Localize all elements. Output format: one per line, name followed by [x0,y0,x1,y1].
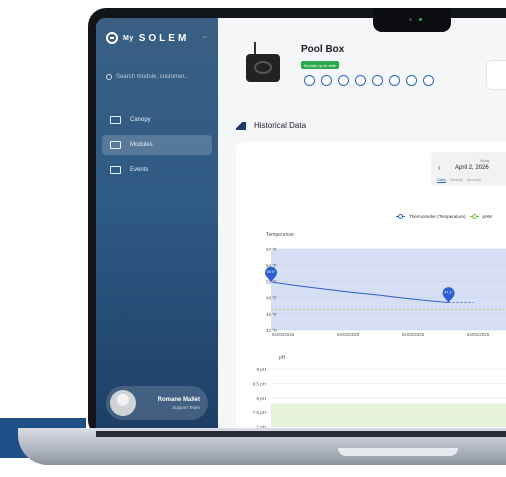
temperature-y-tick: 57 °F [266,247,277,252]
date-picker[interactable]: ‹ Today April 2, 2026 Daily Weekly Month… [431,152,506,186]
chart-icon [236,121,246,130]
brand-prefix: My [123,34,134,42]
today-label: Today [479,158,490,163]
legend-temperature-marker [396,214,405,219]
sidebar: My SOLEM − Search module, customer... Ca… [96,18,218,428]
info-icon[interactable] [304,75,315,86]
previous-date-icon[interactable]: ‹ [438,163,441,172]
sidebar-item-label: Canopy [130,117,151,123]
user-icon[interactable] [321,75,332,86]
device-image [246,42,280,84]
brand-logo: My SOLEM [106,32,189,44]
user-name: Romane Mallet [157,396,200,403]
chart-legend: Thermometer (Temperature) pHM [396,214,492,219]
unlink-icon[interactable] [423,75,434,86]
section-title: Historical Data [236,121,306,130]
camera-notch [373,8,451,32]
legend-temperature: Thermometer (Temperature) [409,214,466,219]
settings-icon[interactable] [372,75,383,86]
ph-y-tick: 9 pH [256,367,266,372]
sidebar-item-modules[interactable]: Modules [102,135,212,155]
camera-icon [409,18,412,21]
sidebar-item-label: Modules [130,142,153,148]
avatar [110,390,136,416]
collapse-icon[interactable]: − [202,32,207,42]
user-profile[interactable]: Romane Mallet Support Team [106,386,208,420]
solem-logo-icon [106,32,118,44]
search-input[interactable]: Search module, customer... [116,74,189,80]
period-tabs: Daily Weekly Monthly [437,177,481,183]
temperature-y-tick: 48 °F [266,296,277,301]
temperature-axis-label: Temperature [266,232,294,238]
status-badge: Module up to date [301,61,340,69]
temperature-marker-label: 50.9° [267,270,276,274]
module-actions [304,75,434,86]
temperature-x-tick: 04/02/2026 [272,332,295,337]
camera-light-icon [419,18,422,21]
module-title: Pool Box [301,44,345,55]
user-role: Support Team [172,404,200,410]
brand-name: SOLEM [138,32,190,44]
calendar-icon [110,166,121,174]
tab-monthly[interactable]: Monthly [467,177,481,183]
chart-plot: Temperature57 °F54 °F51 °F48 °F45 °F42 °… [253,232,506,428]
chart-card: ‹ Today April 2, 2026 Daily Weekly Month… [236,142,506,428]
temperature-plot-area [271,249,506,330]
app-screen: My SOLEM − Search module, customer... Ca… [96,18,506,428]
header-summary-card [486,60,506,90]
edit-icon[interactable] [406,75,417,86]
search-icon [106,74,112,80]
temperature-marker-label: 47.1° [444,290,453,294]
section-label: Historical Data [254,121,307,130]
ph-y-tick: 7 pH [256,425,266,428]
temperature-x-tick: 04/02/2026 [402,332,425,337]
ph-y-tick: 8.5 pH [253,381,266,386]
laptop-hinge [96,431,506,437]
search-bar[interactable]: Search module, customer... [106,74,210,80]
sidebar-item-label: Events [130,167,149,173]
selected-date: April 2, 2026 [455,165,489,171]
temperature-x-tick: 04/02/2026 [337,332,360,337]
laptop-lip [338,448,458,456]
ph-axis-label: pH [279,355,286,361]
ph-range-band [271,403,506,427]
ph-y-tick: 7.5 pH [253,410,266,415]
map-icon [110,116,121,124]
network-icon[interactable] [338,75,349,86]
tab-daily[interactable]: Daily [437,177,446,183]
temperature-x-tick: 04/02/2026 [467,332,490,337]
list-icon[interactable] [355,75,366,86]
module-icon [110,141,121,149]
ph-y-tick: 8 pH [256,396,266,401]
tag-icon[interactable] [389,75,400,86]
legend-ph: pHM [482,214,493,219]
legend-ph-marker [469,214,479,219]
tab-weekly[interactable]: Weekly [450,177,463,183]
sidebar-item-events[interactable]: Events [102,160,212,180]
temperature-y-tick: 45 °F [266,312,277,317]
sidebar-item-canopy[interactable]: Canopy [102,110,212,130]
